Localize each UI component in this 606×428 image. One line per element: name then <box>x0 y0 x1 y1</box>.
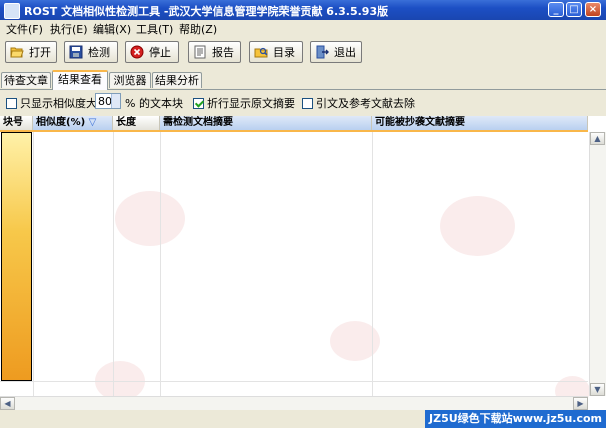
grid-divider <box>160 132 161 396</box>
scroll-left-icon[interactable]: ◀ <box>0 397 15 410</box>
col-block-number[interactable]: 块号 <box>0 116 33 130</box>
tab-browser[interactable]: 浏览器 <box>109 72 151 88</box>
only-show-option[interactable]: 只显示相似度大 <box>6 95 97 111</box>
app-icon <box>4 3 20 19</box>
grid-divider <box>113 132 114 396</box>
report-button[interactable]: 报告 <box>188 41 241 63</box>
results-grid[interactable]: 块号 相似度(%) ▽ 长度 需检测文档摘要 可能被抄袭文献摘要 ▲ ▼ ◀ ▶ <box>0 116 606 410</box>
detect-button[interactable]: 检测 <box>64 41 118 63</box>
menu-file[interactable]: 文件(F) <box>6 21 43 37</box>
stop-label: 停止 <box>149 46 171 59</box>
catalog-icon <box>254 45 268 59</box>
spinner-arrows-icon[interactable] <box>111 94 120 108</box>
tab-results-analysis[interactable]: 结果分析 <box>152 72 202 88</box>
threshold-value: 80 <box>98 95 112 108</box>
grid-divider <box>33 132 34 396</box>
threshold-suffix: % 的文本块 <box>125 95 183 111</box>
site-watermark: JZ5U绿色下载站www.jz5u.com <box>425 410 606 428</box>
col-similarity-label: 相似度(%) <box>36 117 86 128</box>
folder-open-icon <box>10 45 24 59</box>
remove-refs-option[interactable]: 引文及参考文献去除 <box>302 95 415 111</box>
toolbar: 打开 检测 停止 报告 目录 退出 <box>0 37 606 68</box>
grid-row-divider <box>0 381 588 382</box>
stop-button[interactable]: 停止 <box>125 41 179 63</box>
only-show-checkbox[interactable] <box>6 97 17 109</box>
horizontal-scrollbar[interactable]: ◀ ▶ <box>0 396 588 410</box>
tab-strip: 待查文章 结果查看 浏览器 结果分析 <box>0 70 606 90</box>
col-checked-summary[interactable]: 需检测文档摘要 <box>160 116 372 130</box>
close-button[interactable]: × <box>585 2 601 17</box>
exit-label: 退出 <box>334 46 356 59</box>
open-button[interactable]: 打开 <box>5 41 57 63</box>
maximize-button[interactable]: □ <box>566 2 582 17</box>
save-disk-icon <box>69 45 83 59</box>
title-bar[interactable]: ROST 文档相似性检测工具 -武汉大学信息管理学院荣誉贡献 6.3.5.93版… <box>0 0 606 20</box>
splat-decoration <box>440 196 515 256</box>
scroll-up-icon[interactable]: ▲ <box>590 132 605 145</box>
menu-bar: 文件(F) 执行(E) 编辑(X) 工具(T) 帮助(Z) <box>0 20 606 36</box>
report-document-icon <box>193 45 207 59</box>
report-label: 报告 <box>212 46 234 59</box>
menu-edit[interactable]: 编辑(X) <box>93 21 131 37</box>
wrap-checkbox[interactable] <box>193 97 204 109</box>
grid-header: 块号 相似度(%) ▽ 长度 需检测文档摘要 可能被抄袭文献摘要 <box>0 116 588 132</box>
remove-refs-label: 引文及参考文献去除 <box>316 97 415 110</box>
vertical-scrollbar[interactable]: ▲ ▼ <box>589 132 606 396</box>
minimize-button[interactable]: _ <box>548 2 564 17</box>
wrap-option[interactable]: 折行显示原文摘要 <box>193 95 295 111</box>
tab-results-view[interactable]: 结果查看 <box>52 70 108 90</box>
stop-icon <box>130 45 144 59</box>
wrap-label: 折行显示原文摘要 <box>207 97 295 110</box>
col-length[interactable]: 长度 <box>113 116 160 130</box>
menu-tools[interactable]: 工具(T) <box>136 21 173 37</box>
scroll-down-icon[interactable]: ▼ <box>590 383 605 396</box>
open-label: 打开 <box>29 46 51 59</box>
grid-divider <box>372 132 373 396</box>
scroll-right-icon[interactable]: ▶ <box>573 397 588 410</box>
sort-down-icon: ▽ <box>88 117 97 128</box>
only-show-label: 只显示相似度大 <box>20 97 97 110</box>
options-bar: 只显示相似度大 80 % 的文本块 折行显示原文摘要 引文及参考文献去除 <box>0 90 606 112</box>
menu-help[interactable]: 帮助(Z) <box>179 21 217 37</box>
menu-execute[interactable]: 执行(E) <box>50 21 88 37</box>
remove-refs-checkbox[interactable] <box>302 97 313 109</box>
threshold-suffix-label: % 的文本块 <box>125 97 183 110</box>
splat-decoration <box>115 191 185 246</box>
selected-cell[interactable] <box>1 132 32 381</box>
window-title: ROST 文档相似性检测工具 -武汉大学信息管理学院荣誉贡献 6.3.5.93版 <box>24 5 389 18</box>
col-similarity[interactable]: 相似度(%) ▽ <box>33 116 113 130</box>
tab-pending-articles[interactable]: 待查文章 <box>1 72 51 88</box>
detect-label: 检测 <box>88 46 110 59</box>
catalog-button[interactable]: 目录 <box>249 41 303 63</box>
col-suspect-summary[interactable]: 可能被抄袭文献摘要 <box>372 116 588 130</box>
exit-door-icon <box>315 45 329 59</box>
threshold-spinner[interactable]: 80 <box>95 93 121 109</box>
exit-button[interactable]: 退出 <box>310 41 362 63</box>
catalog-label: 目录 <box>273 46 295 59</box>
